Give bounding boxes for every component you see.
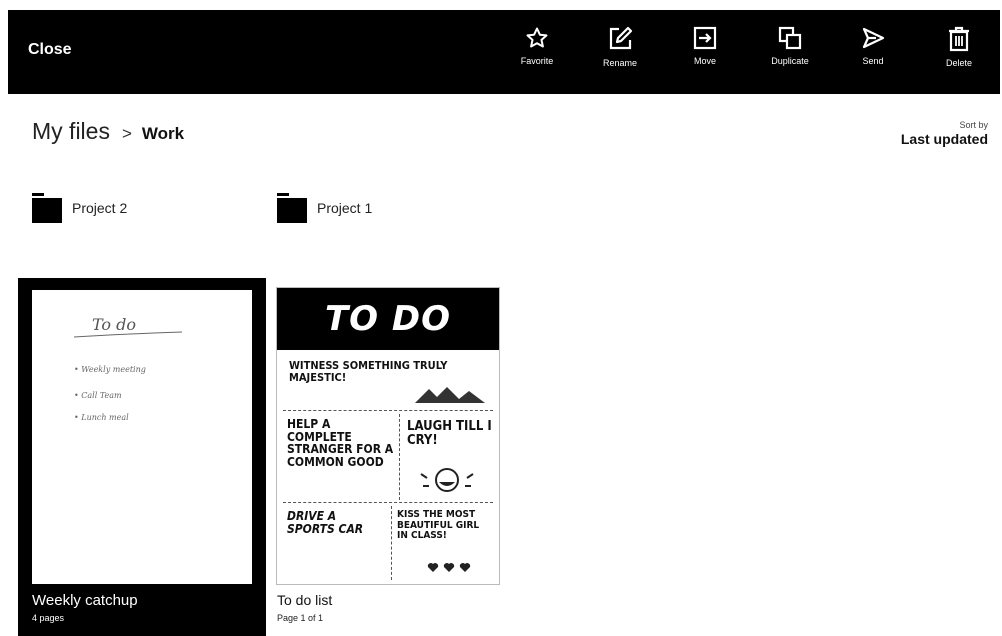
move-label: Move	[693, 56, 716, 66]
document-page-count: Page 1 of 1	[277, 613, 324, 623]
breadcrumb-root[interactable]: My files	[32, 118, 110, 145]
poster-item: LAUGH TILL I CRY!	[407, 419, 492, 448]
move-button[interactable]: Move	[673, 26, 737, 66]
duplicate-icon	[778, 26, 802, 50]
sort-caption: Sort by	[959, 120, 988, 130]
trash-icon	[949, 26, 969, 52]
sort-value: Last updated	[900, 131, 988, 147]
folder-icon	[32, 193, 62, 223]
favorite-button[interactable]: Favorite	[505, 26, 569, 66]
edit-icon	[609, 26, 633, 50]
document-page-count: 4 pages	[32, 613, 65, 623]
rename-button[interactable]: Rename	[588, 26, 652, 68]
poster-divider	[283, 502, 493, 503]
document-title: To do list	[277, 592, 333, 608]
folder-icon	[277, 193, 307, 223]
document-card-to-do-list[interactable]: TO DO LIST WITNESS SOMETHING TRULY MAJES…	[276, 287, 500, 632]
document-title: Weekly catchup	[32, 592, 138, 609]
poster-divider	[391, 506, 392, 580]
delete-label: Delete	[945, 58, 972, 68]
close-button[interactable]: Close	[28, 41, 72, 59]
poster-heading: TO DO LIST	[277, 288, 499, 401]
mountains-doodle	[415, 387, 485, 403]
folder-name: Project 2	[72, 200, 128, 216]
handwritten-notes-thumbnail: To do • Weekly meeting • Call Team • Lun…	[73, 315, 183, 422]
document-thumbnail: TO DO LIST WITNESS SOMETHING TRULY MAJES…	[276, 287, 500, 585]
send-icon	[862, 27, 885, 49]
poster-item: HELP A COMPLETE STRANGER FOR A COMMON GO…	[287, 417, 394, 469]
folder-project-2[interactable]: Project 2	[32, 193, 127, 223]
duplicate-label: Duplicate	[771, 56, 809, 66]
poster-divider	[283, 410, 493, 411]
laughing-face-doodle	[420, 468, 474, 492]
move-icon	[693, 26, 717, 50]
handwriting-line: • Lunch meal	[74, 413, 129, 422]
poster-divider	[399, 414, 400, 500]
delete-button[interactable]: Delete	[927, 26, 991, 68]
breadcrumb-current: Work	[141, 124, 185, 143]
document-thumbnail: To do • Weekly meeting • Call Team • Lun…	[32, 290, 252, 584]
top-toolbar: Close Favorite Rename Move Duplicate Sen…	[8, 10, 1000, 94]
poster-item: WITNESS SOMETHING TRULY MAJESTIC!	[289, 359, 448, 384]
document-card-weekly-catchup[interactable]: To do • Weekly meeting • Call Team • Lun…	[18, 278, 266, 636]
favorite-label: Favorite	[520, 56, 554, 66]
send-button[interactable]: Send	[841, 26, 905, 66]
send-label: Send	[862, 56, 884, 66]
hearts-doodle	[427, 563, 471, 572]
sort-control[interactable]: Sort by Last updated	[901, 120, 988, 147]
duplicate-button[interactable]: Duplicate	[758, 26, 822, 66]
handwriting-line: • Weekly meeting	[74, 365, 146, 374]
handwriting-line: • Call Team	[74, 391, 122, 400]
poster-item: DRIVE A SPORTS CAR	[287, 509, 364, 536]
handwriting-heading: To do	[92, 315, 136, 334]
rename-label: Rename	[602, 58, 638, 68]
breadcrumb: My files > Work	[32, 118, 184, 145]
breadcrumb-separator: >	[121, 124, 132, 143]
folder-project-1[interactable]: Project 1	[277, 193, 372, 223]
star-icon	[526, 27, 548, 48]
folder-name: Project 1	[317, 200, 373, 216]
poster-item: KISS THE MOST BEAUTIFUL GIRL IN CLASS!	[397, 509, 480, 541]
